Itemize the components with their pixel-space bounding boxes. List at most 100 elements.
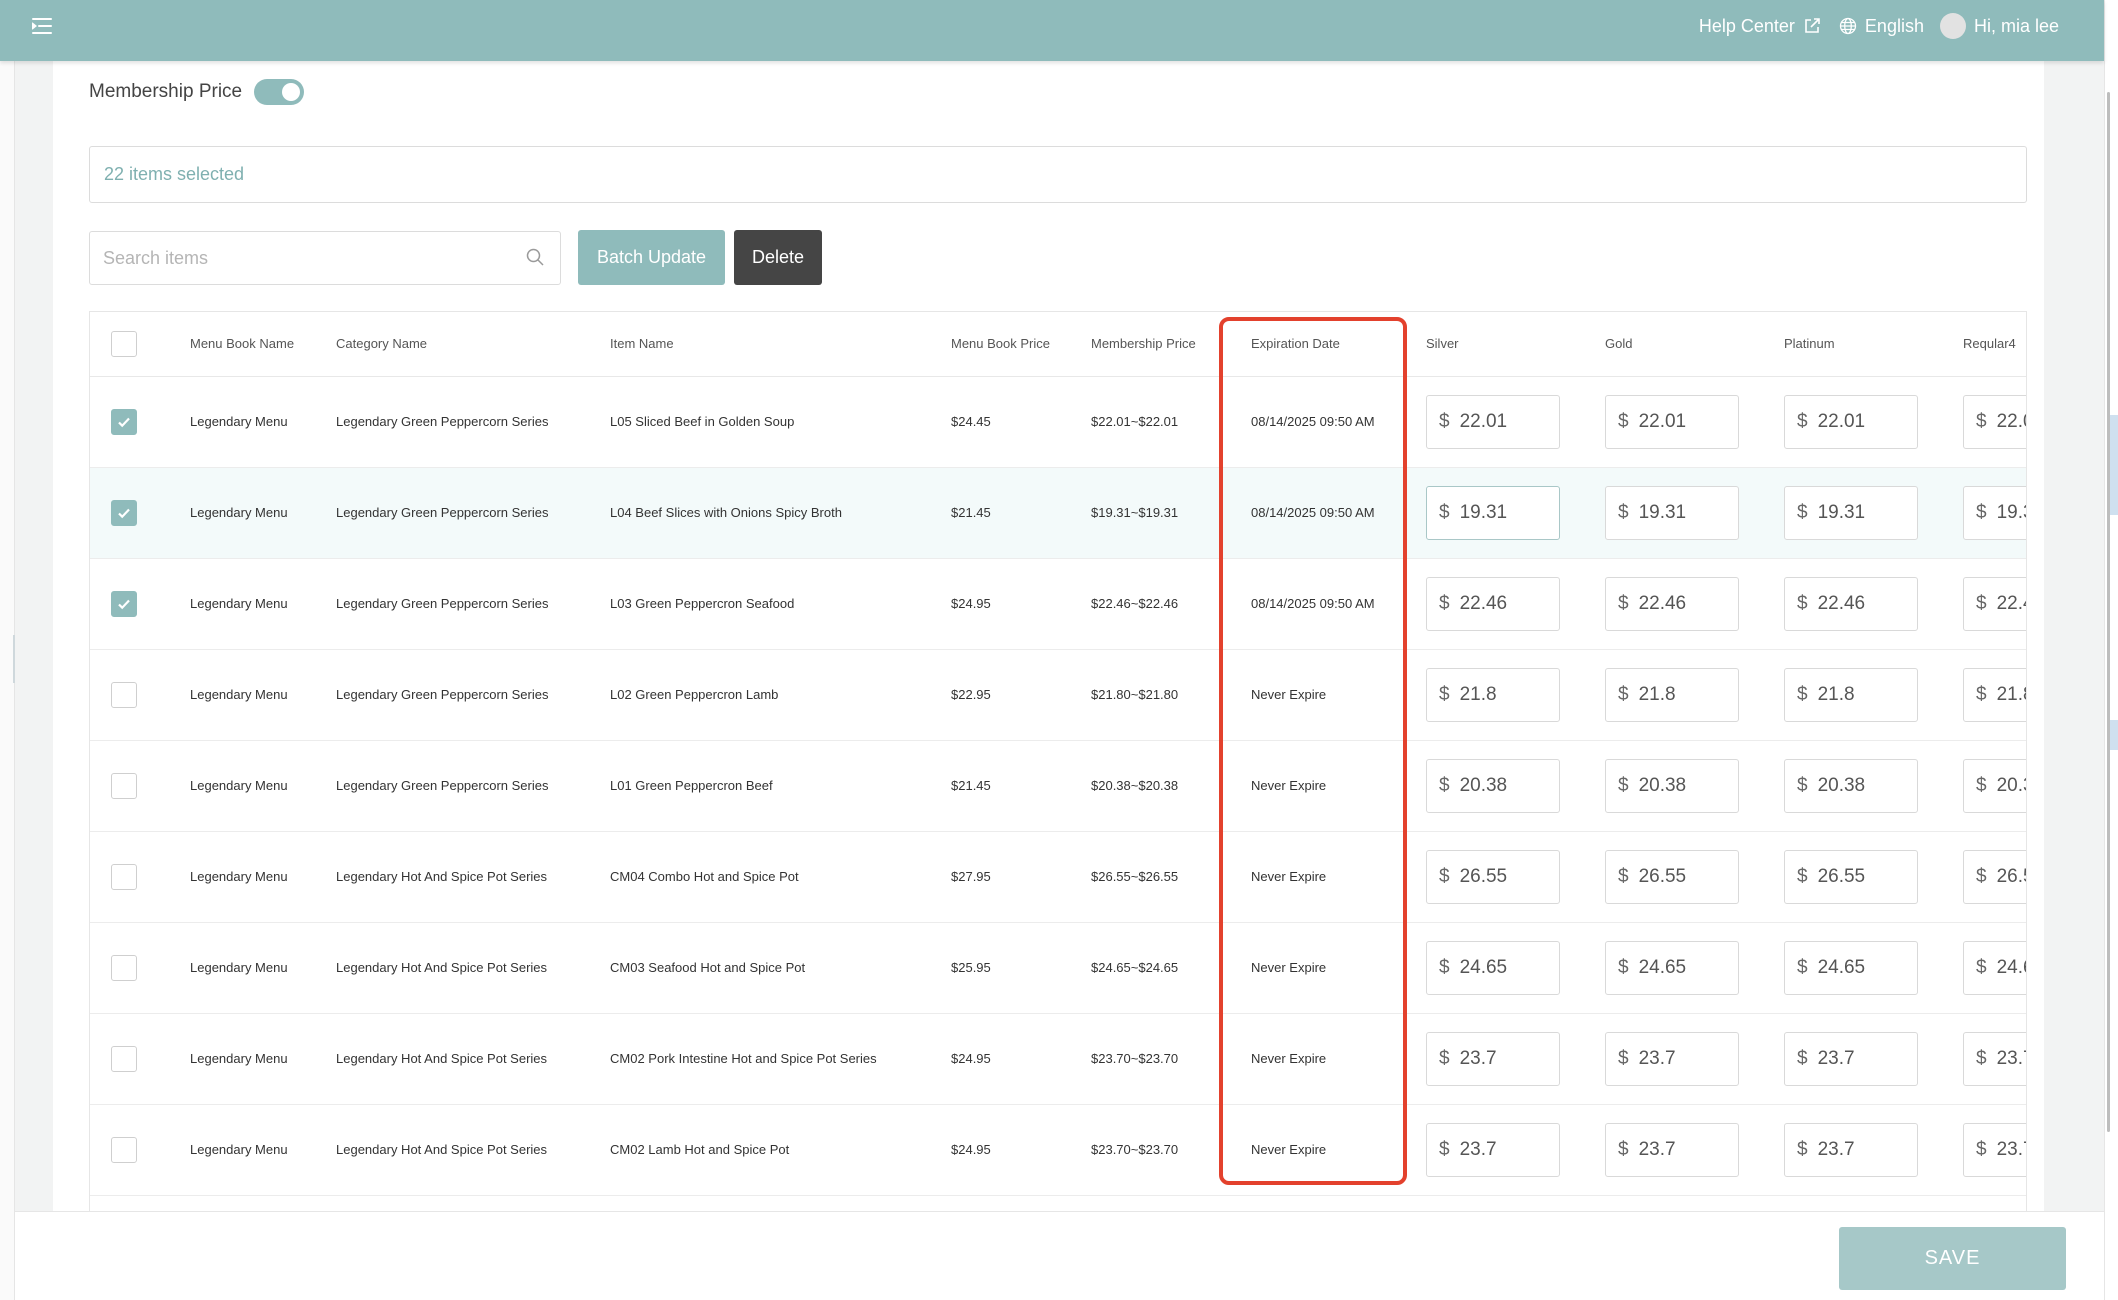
column-header[interactable]: Category Name (336, 312, 610, 377)
reqular4-price-input[interactable]: $22.01 (1963, 394, 2026, 449)
batch-update-button[interactable]: Batch Update (578, 230, 725, 285)
gold-price-input[interactable]: $20.38 (1605, 758, 1739, 813)
silver-price-input[interactable]: $23.7 (1426, 1122, 1560, 1177)
menu-book-price-cell: $24.95 (951, 1104, 1091, 1196)
column-header[interactable]: Item Name (610, 312, 951, 377)
reqular4-price-input[interactable]: $23.7 (1963, 1122, 2026, 1177)
column-header[interactable]: Reqular4 (1954, 312, 2026, 377)
price-value: 23.7 (1817, 1138, 1855, 1160)
platinum-price-input[interactable]: $22.46 (1784, 576, 1918, 631)
gold-price-input[interactable]: $22.01 (1605, 394, 1739, 449)
help-center-link[interactable]: Help Center (1699, 16, 1821, 37)
external-link-icon (1805, 18, 1820, 33)
silver-price-input[interactable]: $19.31 (1426, 485, 1560, 540)
page-scrollbar[interactable] (2107, 92, 2110, 1132)
platinum-price-input[interactable]: $19.31 (1784, 485, 1918, 540)
gold-price-input[interactable]: $19.31 (1605, 485, 1739, 540)
platinum-price-input[interactable]: $22.01 (1784, 394, 1918, 449)
gold-price-input[interactable]: $26.55 (1605, 849, 1739, 904)
reqular4-price-input[interactable]: $23.7 (1963, 1031, 2026, 1086)
reqular4-price-input[interactable]: $22.46 (1963, 576, 2026, 631)
menu-fold-icon[interactable] (32, 16, 54, 36)
gold-price-input[interactable]: $23.7 (1605, 1031, 1739, 1086)
table-header-row: Menu Book Name Category Name Item Name M… (90, 312, 2026, 377)
gold-price-input[interactable]: $22.46 (1605, 576, 1739, 631)
reqular4-price-input[interactable]: $24.65 (1963, 940, 2026, 995)
currency-symbol: $ (1797, 501, 1808, 523)
table-row: Legendary Menu Legendary Hot And Spice Po… (90, 1013, 2026, 1105)
user-menu[interactable]: Hi, mia lee (1939, 13, 2059, 39)
silver-price-input[interactable]: $26.55 (1426, 849, 1560, 904)
currency-symbol: $ (1976, 592, 1987, 614)
column-header[interactable]: Membership Price (1091, 312, 1239, 377)
sidebar-marker (13, 635, 15, 683)
item-name-cell: CM04 Combo Hot and Spice Pot (610, 831, 951, 923)
platinum-price-input[interactable]: $23.7 (1784, 1031, 1918, 1086)
price-value: 22.01 (1459, 410, 1508, 432)
price-value: 19.31 (1638, 501, 1687, 523)
item-name-cell: L01 Green Peppercron Beef (610, 740, 951, 832)
currency-symbol: $ (1976, 410, 1987, 432)
membership-price-toggle[interactable] (254, 79, 305, 105)
row-checkbox[interactable] (111, 590, 137, 617)
column-header[interactable]: Silver (1417, 312, 1596, 377)
price-value: 21.8 (1817, 683, 1855, 705)
currency-symbol: $ (1797, 774, 1808, 796)
reqular4-price-input[interactable]: $21.8 (1963, 667, 2026, 722)
platinum-price-input[interactable]: $20.38 (1784, 758, 1918, 813)
column-header[interactable]: Menu Book Name (190, 312, 336, 377)
select-all-checkbox[interactable] (111, 330, 137, 357)
menu-book-price-cell: $21.45 (951, 740, 1091, 832)
currency-symbol: $ (1439, 956, 1450, 978)
row-checkbox[interactable] (111, 863, 137, 890)
avatar (1939, 13, 1966, 39)
table-row: Legendary Menu Legendary Green Peppercorn… (90, 740, 2026, 832)
reqular4-price-input[interactable]: $20.38 (1963, 758, 2026, 813)
column-header[interactable]: Platinum (1775, 312, 1954, 377)
currency-symbol: $ (1618, 592, 1629, 614)
row-checkbox[interactable] (111, 681, 137, 708)
table-row: Legendary Menu Legendary Green Peppercorn… (90, 467, 2026, 559)
reqular4-price-input[interactable]: $26.55 (1963, 849, 2026, 904)
category-name-cell: Legendary Green Peppercorn Series (336, 467, 610, 559)
gold-price-input[interactable]: $21.8 (1605, 667, 1739, 722)
menu-book-name-cell: Legendary Menu (190, 922, 336, 1014)
gold-price-input[interactable]: $23.7 (1605, 1122, 1739, 1177)
price-value: 20.38 (1817, 774, 1866, 796)
row-checkbox[interactable] (111, 408, 137, 435)
main-panel: Membership Price 22 items selected Batch… (53, 61, 2044, 1211)
platinum-price-input[interactable]: $21.8 (1784, 667, 1918, 722)
search-input[interactable] (89, 231, 561, 285)
price-value: 20.38 (1638, 774, 1687, 796)
gold-price-input[interactable]: $24.65 (1605, 940, 1739, 995)
silver-price-input[interactable]: $21.8 (1426, 667, 1560, 722)
row-checkbox[interactable] (111, 499, 137, 526)
reqular4-price-input[interactable]: $19.31 (1963, 485, 2026, 540)
row-checkbox[interactable] (111, 954, 137, 981)
expiration-date-cell: 08/14/2025 09:50 AM (1239, 558, 1417, 650)
platinum-price-input[interactable]: $24.65 (1784, 940, 1918, 995)
membership-price-cell: $20.38~$20.38 (1091, 740, 1239, 832)
silver-price-input[interactable]: $20.38 (1426, 758, 1560, 813)
column-header[interactable]: Menu Book Price (951, 312, 1091, 377)
row-checkbox[interactable] (111, 1136, 137, 1163)
silver-price-input[interactable]: $24.65 (1426, 940, 1560, 995)
table-row: Legendary Menu Legendary Hot And Spice Po… (90, 831, 2026, 923)
language-selector[interactable]: English (1839, 16, 1924, 37)
search-icon[interactable] (525, 247, 545, 267)
silver-price-input[interactable]: $22.01 (1426, 394, 1560, 449)
selection-count: 22 items selected (104, 164, 245, 184)
platinum-price-input[interactable]: $23.7 (1784, 1122, 1918, 1177)
column-header[interactable]: Expiration Date (1239, 312, 1417, 377)
menu-book-price-cell: $24.45 (951, 376, 1091, 468)
item-name-cell: CM03 Seafood Hot and Spice Pot (610, 922, 951, 1014)
silver-price-input[interactable]: $23.7 (1426, 1031, 1560, 1086)
save-button[interactable]: SAVE (1839, 1227, 2066, 1290)
row-checkbox[interactable] (111, 1045, 137, 1072)
row-checkbox[interactable] (111, 772, 137, 799)
column-header[interactable]: Gold (1596, 312, 1775, 377)
silver-price-input[interactable]: $22.46 (1426, 576, 1560, 631)
membership-price-row: Membership Price (89, 79, 305, 105)
delete-button[interactable]: Delete (734, 230, 822, 285)
platinum-price-input[interactable]: $26.55 (1784, 849, 1918, 904)
